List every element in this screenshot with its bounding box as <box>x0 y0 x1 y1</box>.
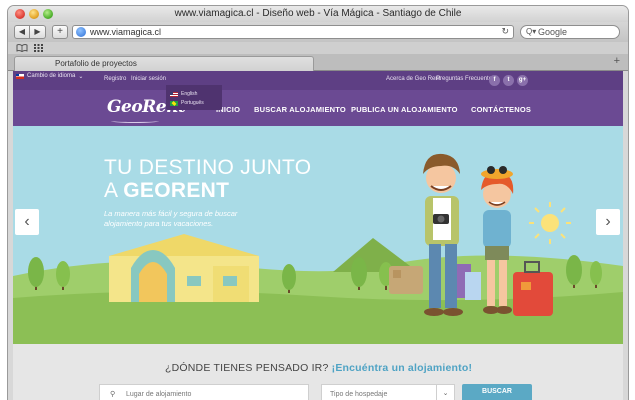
globe-icon <box>76 27 86 37</box>
tab-strip: Portafolio de proyectos + <box>8 54 628 71</box>
address-url: www.viamagica.cl <box>90 27 162 37</box>
chevron-down-icon: ⌄ <box>78 73 84 80</box>
sun-illustration <box>529 202 571 244</box>
house-illustration <box>109 234 259 302</box>
language-option-label: Português <box>181 100 204 106</box>
hero-headline-line1: TU DESTINO JUNTO <box>104 156 312 179</box>
hero-tagline: La manera más fácil y segura de buscar a… <box>104 209 238 228</box>
slider-prev-button[interactable]: ‹ <box>15 209 39 235</box>
hero-headline-line2: A GEORENT <box>104 179 229 203</box>
browser-toolbar: ◀ ▶ + www.viamagica.cl ↻ Q▾ Google <box>8 22 628 42</box>
twitter-icon[interactable]: t <box>503 75 514 86</box>
main-navigation: GeoRent INICIO BUSCAR ALOJAMIENTO PUBLIC… <box>13 90 623 126</box>
language-option-label: English <box>181 91 198 97</box>
nav-item-publica-alojamiento[interactable]: PUBLICA UN ALOJAMIENTO <box>351 105 458 114</box>
back-button[interactable]: ◀ <box>14 25 30 39</box>
web-page: Registro Iniciar sesión Cambio de idioma… <box>13 71 623 400</box>
new-tab-button[interactable]: + <box>614 55 620 67</box>
title-bar: www.viamagica.cl - Diseño web - Vía Mági… <box>8 6 628 22</box>
nav-item-buscar-alojamiento[interactable]: BUSCAR ALOJAMIENTO <box>254 105 346 114</box>
location-pin-icon: ⚲ <box>110 391 116 398</box>
hero-slider: TU DESTINO JUNTO A GEORENT La manera más… <box>13 126 623 344</box>
about-link[interactable]: Acerca de Geo Rent <box>386 76 440 82</box>
search-cta-text: ¡Encuéntra un alojamiento! <box>331 362 473 374</box>
language-option-portugues[interactable]: Português <box>170 100 204 106</box>
bookmarks-bar <box>8 42 628 54</box>
language-label: Cambio de idioma <box>27 73 76 79</box>
search-button[interactable]: BUSCAR <box>462 384 532 400</box>
browser-window: www.viamagica.cl - Diseño web - Vía Mági… <box>8 6 628 400</box>
chevron-down-icon[interactable]: ⌄ <box>436 385 454 400</box>
search-question-text: ¿DÓNDE TIENES PENSADO IR? <box>165 362 332 374</box>
lodging-type-placeholder: Tipo de hospedaje <box>330 391 388 398</box>
top-sites-grid-icon[interactable] <box>34 44 43 54</box>
reload-icon[interactable]: ↻ <box>501 26 509 37</box>
tab-label: Portafolio de proyectos <box>55 59 137 68</box>
language-dropdown: English Português <box>166 85 222 110</box>
location-input[interactable]: ⚲ Lugar de alojamiento <box>99 384 309 400</box>
facebook-icon[interactable]: f <box>489 75 500 86</box>
logo-swoosh <box>111 119 159 123</box>
search-question: ¿DÓNDE TIENES PENSADO IR? ¡Encuéntra un … <box>165 362 472 374</box>
forward-button[interactable]: ▶ <box>30 25 46 39</box>
reading-list-icon[interactable] <box>16 44 28 54</box>
window-title: www.viamagica.cl - Diseño web - Vía Mági… <box>174 8 462 19</box>
signin-link[interactable]: Iniciar sesión <box>131 76 166 82</box>
address-bar[interactable]: www.viamagica.cl ↻ <box>72 25 514 39</box>
hero-headline-prefix: A <box>104 179 124 202</box>
utility-bar: Registro Iniciar sesión Cambio de idioma… <box>13 71 623 90</box>
search-section: ¿DÓNDE TIENES PENSADO IR? ¡Encuéntra un … <box>13 344 623 400</box>
brazil-flag-icon <box>170 100 178 106</box>
google-plus-icon[interactable]: g+ <box>517 75 528 86</box>
register-link[interactable]: Registro <box>104 76 126 82</box>
lodging-type-select[interactable]: Tipo de hospedaje ⌄ <box>321 384 455 400</box>
search-placeholder: Google <box>538 27 568 37</box>
search-icon: Q▾ <box>526 27 537 36</box>
hero-headline-brand: GEORENT <box>123 179 230 202</box>
slider-next-button[interactable]: › <box>596 209 620 235</box>
location-placeholder: Lugar de alojamiento <box>126 391 192 398</box>
tab-portafolio[interactable]: Portafolio de proyectos <box>14 56 314 71</box>
language-option-english[interactable]: English <box>170 91 197 97</box>
chile-flag-icon <box>16 73 24 79</box>
faq-link[interactable]: Preguntas Frecuentes <box>436 76 495 82</box>
nav-item-contactenos[interactable]: CONTÁCTENOS <box>471 105 531 114</box>
us-flag-icon <box>170 91 178 97</box>
add-bookmark-button[interactable]: + <box>52 25 68 39</box>
browser-search-input[interactable]: Q▾ Google <box>520 25 620 39</box>
travelers-illustration <box>389 153 553 316</box>
